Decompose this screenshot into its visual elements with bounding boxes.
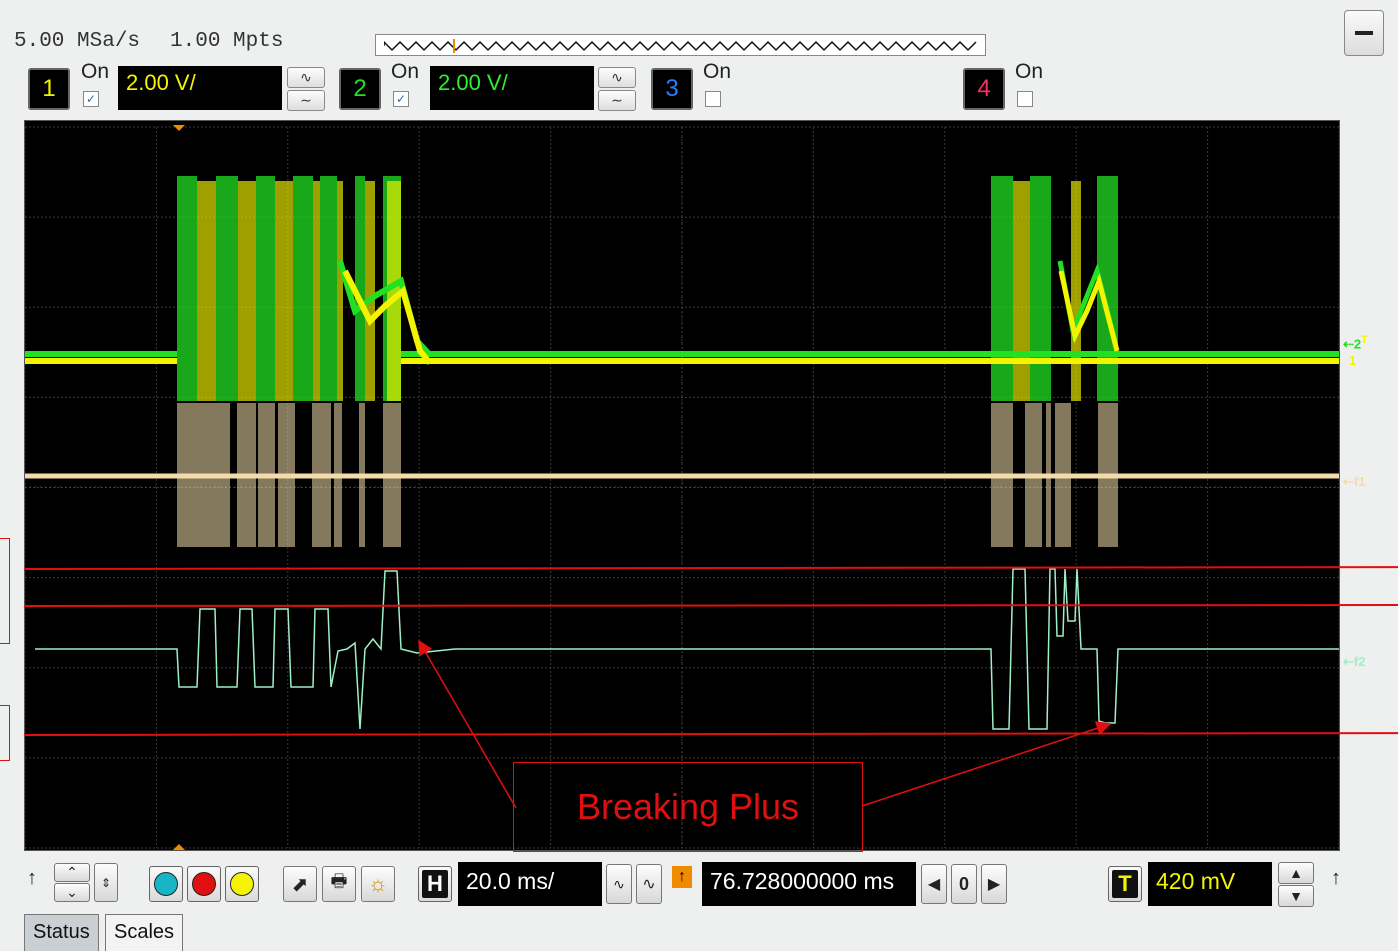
channel-2-burst [1030,176,1051,401]
memory-depth: 1.00 Mpts [170,30,284,53]
delay-reference-icon: ↑ [672,866,692,888]
stop-control-icon [192,872,216,896]
run-control-icon [154,872,178,896]
acquisition-info: 5.00 MSa/s 1.00 Mpts [14,30,313,53]
function-2-marker-label: f2 [1353,654,1366,669]
horizontal-button[interactable]: H [418,866,452,902]
channel-2-dc-coupling-button[interactable]: ∼ [598,90,636,111]
sample-rate: 5.00 MSa/s [14,30,141,53]
annotation-box: Breaking Plus [513,762,863,852]
channel-2-burst [293,176,313,401]
trigger-level-field[interactable]: 420 mV [1148,862,1272,906]
oscilloscope-window: 5.00 MSa/s 1.00 Mpts 1 On ✓ 2.00 V/ ∿ ∼ 2… [0,0,1398,951]
trigger-position-bottom [173,844,185,850]
delay-zero-label: 0 [958,873,969,894]
waveform-canvas [25,125,1340,850]
single-button[interactable] [225,866,259,902]
timebase-increase-button[interactable]: ∿ [636,864,662,904]
trigger-button[interactable]: T [1108,866,1142,902]
time-per-division-field[interactable]: 20.0 ms/ [458,862,602,906]
channel-4-number: 4 [977,75,991,102]
tab-status[interactable]: Status [24,914,99,951]
waveform-display[interactable] [24,120,1340,851]
brightness-icon: ☼ [367,871,389,896]
trigger-level-down-button[interactable]: ▼ [1278,885,1314,907]
channel-2-burst [256,176,275,401]
stop-button[interactable] [187,866,221,902]
channel-1-burst [313,181,320,401]
trigger-position-top [173,125,185,131]
channel-2-scale[interactable]: 2.00 V/ [430,66,594,110]
channel-4-on-label: On [1015,60,1044,83]
zoom-arrows-button[interactable]: ⇕ [94,863,118,902]
trigger-cursor-icon[interactable]: ↑ [1326,864,1346,892]
channel-1-ac-coupling-button[interactable]: ∿ [287,67,325,88]
delay-zero-button[interactable]: 0 [951,864,977,904]
waveform-overview-bar[interactable] [375,34,986,56]
channel-2-burst [177,176,197,401]
delay-left-button[interactable]: ◀ [921,864,947,904]
print-button[interactable]: 🖶 [322,866,356,902]
function-1-ground-marker[interactable]: ⇠f1 [1343,474,1365,490]
channel-1-number: 1 [42,75,56,102]
tab-scales[interactable]: Scales [105,914,184,951]
channel-1-scale[interactable]: 2.00 V/ [118,66,282,110]
channel-1-burst [1071,181,1081,401]
timebase-decrease-button[interactable]: ∿ [606,864,632,904]
printer-icon: 🖶 [330,871,348,891]
run-button[interactable] [149,866,183,902]
channel-1-ground-marker[interactable]: 1 [1349,353,1356,368]
trigger-marker-label: T [1361,334,1368,346]
channel-1-on-checkbox[interactable]: ✓ [83,91,99,107]
channel-2-ac-coupling-button[interactable]: ∿ [598,67,636,88]
delay-right-button[interactable]: ▶ [981,864,1007,904]
channel-2-on-checkbox[interactable]: ✓ [393,91,409,107]
trigger-level-up-button[interactable]: ▲ [1278,862,1314,884]
horizontal-label: H [422,870,448,898]
channel-2-on-label: On [391,60,420,83]
function-2-ground-marker[interactable]: ⇠f2 [1343,654,1365,670]
channel-1-burst [275,181,293,401]
channel-2-burst [320,176,337,401]
channel-1-button[interactable]: 1 [28,68,70,110]
brightness-button[interactable]: ☼ [361,866,395,902]
f2-trace [35,568,1339,730]
channel-4-on-checkbox[interactable] [1017,91,1033,107]
channel-3-number: 3 [665,75,679,102]
vertical-cursor-icon[interactable]: ↑ [22,864,42,892]
channel-1-marker-label: 1 [1349,353,1357,368]
channel-1-burst [1013,181,1030,401]
annotation-bracket-lower [0,705,10,761]
autoscale-icon: ⬈ [291,873,309,896]
channel-1-on-label: On [81,60,110,83]
channel-2-number: 2 [353,75,367,102]
channel-1-dc-coupling-button[interactable]: ∼ [287,90,325,111]
function-1-marker-label: f1 [1353,474,1366,489]
channel-2-button[interactable]: 2 [339,68,381,110]
annotation-bracket-upper [0,538,10,644]
single-control-icon [230,872,254,896]
channel-1-burst [238,181,256,401]
trigger-label: T [1112,870,1138,898]
channel-2-burst [216,176,238,401]
channel-1-burst [197,181,216,401]
overview-waveform [384,39,977,53]
horizontal-delay-field[interactable]: 76.728000000 ms [702,862,916,906]
channel-2-ground-marker[interactable]: ⇠2T [1343,334,1368,352]
channel-3-button[interactable]: 3 [651,68,693,110]
channel-1-burst [365,181,375,401]
autoscale-button[interactable]: ⬈ [283,866,317,902]
annotation-text: Breaking Plus [576,786,800,827]
scroll-down-button[interactable]: ⌄ [54,883,90,902]
channel-2-burst [991,176,1013,401]
minimize-button[interactable] [1344,10,1384,56]
channel-1-burst [337,181,343,401]
channel-3-on-checkbox[interactable] [705,91,721,107]
channel-4-button[interactable]: 4 [963,68,1005,110]
channel-3-on-label: On [703,60,732,83]
scroll-up-button[interactable]: ⌃ [54,863,90,882]
